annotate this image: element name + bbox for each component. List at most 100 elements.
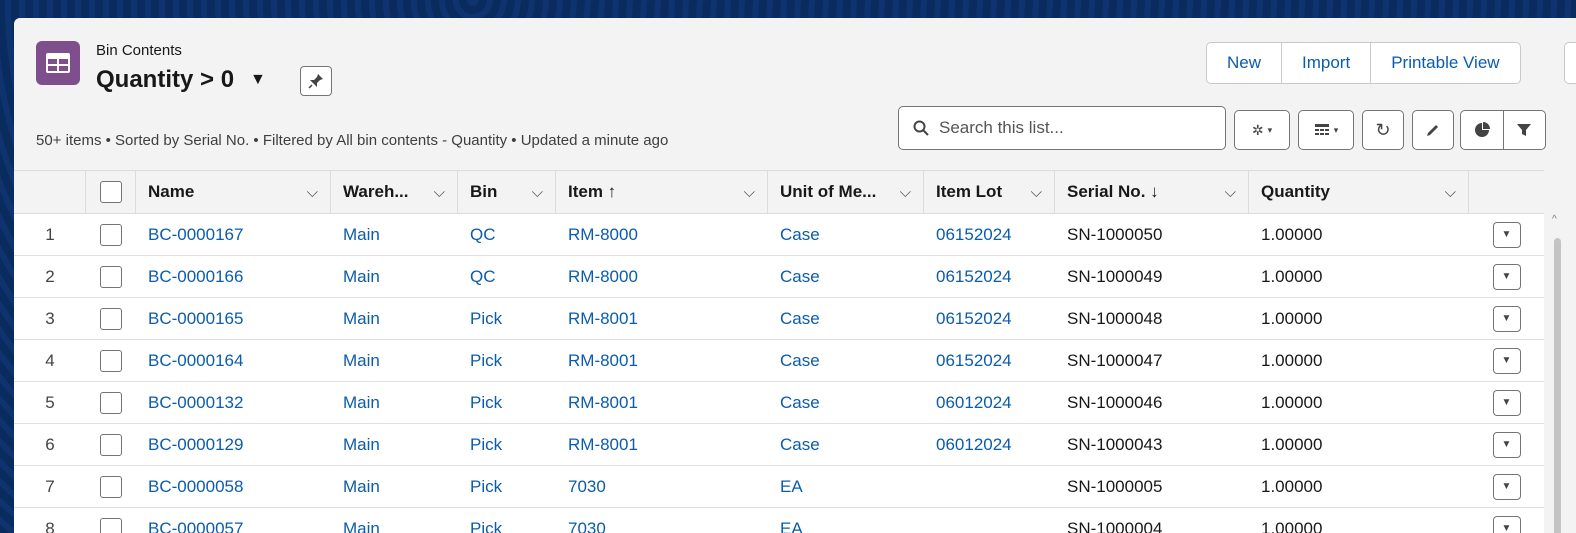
scroll-up-icon[interactable]: ^ — [1552, 214, 1557, 225]
table-row[interactable]: 4 BC-0000164 Main Pick RM-8001 Case 0615… — [14, 340, 1544, 382]
table-row[interactable]: 5 BC-0000132 Main Pick RM-8001 Case 0601… — [14, 382, 1544, 424]
table-row[interactable]: 1 BC-0000167 Main QC RM-8000 Case 061520… — [14, 214, 1544, 256]
scroll-thumb[interactable] — [1554, 238, 1561, 533]
column-header-item[interactable]: Item ↑ ⌵ — [556, 171, 768, 213]
column-header-bin[interactable]: Bin ⌵ — [458, 171, 556, 213]
table-row[interactable]: 6 BC-0000129 Main Pick RM-8001 Case 0601… — [14, 424, 1544, 466]
warehouse-link[interactable]: Main — [331, 382, 458, 423]
bin-link[interactable]: Pick — [458, 382, 556, 423]
unit-link[interactable]: Case — [768, 340, 924, 381]
select-all-checkbox[interactable] — [99, 181, 122, 203]
unit-link[interactable]: Case — [768, 256, 924, 297]
name-link[interactable]: BC-0000165 — [136, 298, 331, 339]
column-header-quantity[interactable]: Quantity ⌵ — [1249, 171, 1469, 213]
row-action-menu[interactable]: ▼ — [1492, 347, 1521, 374]
item-link[interactable]: RM-8000 — [556, 214, 768, 255]
more-actions-button[interactable] — [1564, 42, 1576, 84]
item-link[interactable]: RM-8001 — [556, 340, 768, 381]
name-link[interactable]: BC-0000057 — [136, 508, 331, 533]
item-lot-link[interactable] — [924, 508, 1055, 533]
unit-link[interactable]: EA — [768, 508, 924, 533]
column-header-unit-of-measure[interactable]: Unit of Me... ⌵ — [768, 171, 924, 213]
item-link[interactable]: 7030 — [556, 508, 768, 533]
row-checkbox[interactable] — [100, 265, 122, 288]
inline-edit-button[interactable] — [1412, 110, 1454, 150]
chevron-down-icon[interactable]: ⌵ — [1225, 184, 1236, 201]
new-button[interactable]: New — [1207, 43, 1283, 83]
bin-link[interactable]: Pick — [458, 508, 556, 533]
table-row[interactable]: 2 BC-0000166 Main QC RM-8000 Case 061520… — [14, 256, 1544, 298]
item-lot-link[interactable]: 06152024 — [924, 298, 1055, 339]
search-input[interactable] — [939, 118, 1199, 138]
row-action-menu[interactable]: ▼ — [1492, 431, 1521, 458]
name-link[interactable]: BC-0000132 — [136, 382, 331, 423]
item-lot-link[interactable]: 06012024 — [924, 382, 1055, 423]
row-action-menu[interactable]: ▼ — [1492, 473, 1521, 500]
unit-link[interactable]: Case — [768, 424, 924, 465]
row-action-menu[interactable]: ▼ — [1492, 515, 1521, 533]
warehouse-link[interactable]: Main — [331, 508, 458, 533]
item-link[interactable]: RM-8001 — [556, 298, 768, 339]
row-checkbox[interactable] — [100, 517, 122, 533]
warehouse-link[interactable]: Main — [331, 466, 458, 507]
bin-link[interactable]: QC — [458, 256, 556, 297]
unit-link[interactable]: Case — [768, 382, 924, 423]
row-checkbox[interactable] — [100, 391, 122, 414]
table-row[interactable]: 3 BC-0000165 Main Pick RM-8001 Case 0615… — [14, 298, 1544, 340]
name-link[interactable]: BC-0000058 — [136, 466, 331, 507]
pin-button[interactable] — [300, 66, 332, 96]
item-lot-link[interactable] — [924, 466, 1055, 507]
list-settings-button[interactable]: ✲ ▾ — [1234, 110, 1290, 150]
warehouse-link[interactable]: Main — [331, 256, 458, 297]
item-link[interactable]: RM-8000 — [556, 256, 768, 297]
printable-view-button[interactable]: Printable View — [1371, 43, 1519, 83]
row-action-menu[interactable]: ▼ — [1492, 263, 1521, 290]
row-checkbox[interactable] — [100, 475, 122, 498]
chevron-down-icon[interactable]: ▼ — [250, 71, 266, 89]
chevron-down-icon[interactable]: ⌵ — [1445, 184, 1456, 201]
refresh-button[interactable]: ↻ — [1362, 110, 1404, 150]
bin-link[interactable]: Pick — [458, 424, 556, 465]
warehouse-link[interactable]: Main — [331, 424, 458, 465]
row-checkbox[interactable] — [100, 223, 122, 246]
chevron-down-icon[interactable]: ⌵ — [1031, 184, 1042, 201]
bin-link[interactable]: Pick — [458, 466, 556, 507]
row-checkbox[interactable] — [100, 349, 122, 372]
row-action-menu[interactable]: ▼ — [1492, 389, 1521, 416]
item-link[interactable]: RM-8001 — [556, 424, 768, 465]
chevron-down-icon[interactable]: ⌵ — [532, 184, 543, 201]
unit-link[interactable]: EA — [768, 466, 924, 507]
list-view-title[interactable]: Quantity > 0 ▼ — [96, 66, 266, 94]
import-button[interactable]: Import — [1282, 43, 1372, 83]
row-checkbox[interactable] — [100, 307, 122, 330]
bin-link[interactable]: Pick — [458, 340, 556, 381]
item-lot-link[interactable]: 06152024 — [924, 256, 1055, 297]
chevron-down-icon[interactable]: ⌵ — [307, 184, 318, 201]
column-header-item-lot[interactable]: Item Lot ⌵ — [924, 171, 1055, 213]
bin-link[interactable]: Pick — [458, 298, 556, 339]
table-row[interactable]: 7 BC-0000058 Main Pick 7030 EA SN-100000… — [14, 466, 1544, 508]
column-header-name[interactable]: Name ⌵ — [136, 171, 331, 213]
item-lot-link[interactable]: 06152024 — [924, 214, 1055, 255]
item-link[interactable]: 7030 — [556, 466, 768, 507]
search-box[interactable] — [898, 106, 1226, 150]
chevron-down-icon[interactable]: ⌵ — [744, 184, 755, 201]
row-action-menu[interactable]: ▼ — [1492, 221, 1521, 248]
name-link[interactable]: BC-0000129 — [136, 424, 331, 465]
chevron-down-icon[interactable]: ⌵ — [434, 184, 445, 201]
row-checkbox[interactable] — [100, 433, 122, 456]
scrollbar[interactable]: ^ — [1550, 214, 1564, 533]
unit-link[interactable]: Case — [768, 214, 924, 255]
item-link[interactable]: RM-8001 — [556, 382, 768, 423]
table-row[interactable]: 8 BC-0000057 Main Pick 7030 EA SN-100000… — [14, 508, 1544, 533]
item-lot-link[interactable]: 06012024 — [924, 424, 1055, 465]
name-link[interactable]: BC-0000164 — [136, 340, 331, 381]
display-as-button[interactable]: ▾ — [1298, 110, 1354, 150]
chart-button[interactable] — [1461, 111, 1504, 149]
item-lot-link[interactable]: 06152024 — [924, 340, 1055, 381]
chevron-down-icon[interactable]: ⌵ — [900, 184, 911, 201]
unit-link[interactable]: Case — [768, 298, 924, 339]
column-header-warehouse[interactable]: Wareh... ⌵ — [331, 171, 458, 213]
warehouse-link[interactable]: Main — [331, 340, 458, 381]
warehouse-link[interactable]: Main — [331, 214, 458, 255]
